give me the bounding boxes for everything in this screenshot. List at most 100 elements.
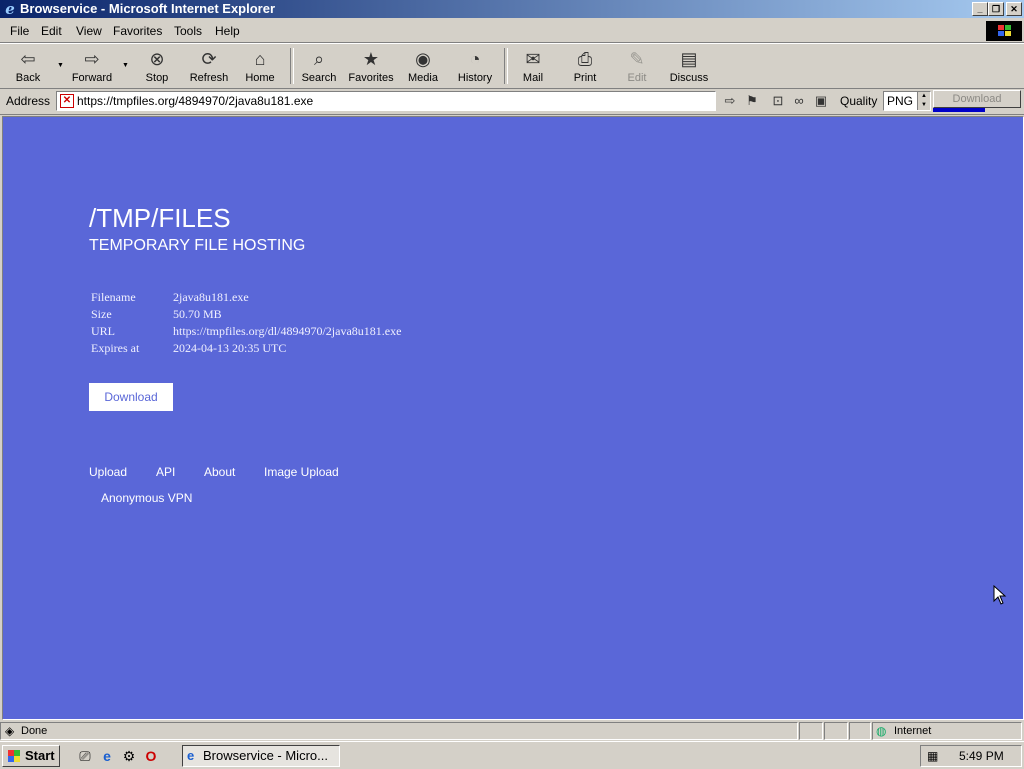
stop-icon: ⊗: [149, 49, 165, 69]
zone-text: Internet: [894, 725, 932, 737]
toolbar-download-button[interactable]: Download: [933, 90, 1021, 108]
bookmark-icon[interactable]: ⚑: [743, 92, 761, 110]
ie-logo-icon: e: [5, 0, 15, 18]
title-bar: e Browservice - Microsoft Internet Explo…: [0, 0, 1024, 18]
quality-select[interactable]: PNG ▲ ▼: [883, 91, 931, 111]
media-globe-icon: ◉: [415, 49, 431, 69]
download-progress-bar: [933, 108, 985, 112]
windows-flag-icon: [7, 749, 21, 763]
api-link[interactable]: API: [156, 465, 175, 479]
page-content: /TMP/FILES TEMPORARY FILE HOSTING Filena…: [2, 116, 1024, 720]
quality-label: Quality: [840, 94, 878, 108]
status-text-panel: ◈ Done: [0, 722, 798, 740]
expires-label: Expires at: [91, 341, 140, 355]
forward-button[interactable]: ⇨ Forward: [66, 46, 118, 86]
toolbar: ⇦ Back ▼ ⇨ Forward ▼ ⊗ Stop ⟳ Refresh ⌂ …: [0, 43, 1024, 89]
address-label: Address: [6, 94, 51, 108]
start-button[interactable]: Start: [2, 745, 60, 767]
ie-task-icon: e: [187, 748, 195, 763]
home-button[interactable]: ⌂ Home: [234, 46, 286, 86]
back-dropdown-icon[interactable]: ▼: [57, 62, 64, 69]
minimize-button[interactable]: _: [972, 2, 988, 16]
refresh-button[interactable]: ⟳ Refresh: [183, 46, 235, 86]
restore-button[interactable]: ❐: [988, 2, 1004, 16]
table-row: Expires at 2024-04-13 20:35 UTC: [89, 341, 403, 358]
ie-quicklaunch-icon[interactable]: e: [98, 747, 116, 765]
menu-file[interactable]: File: [10, 24, 29, 38]
favorites-folder-icon: ★: [362, 49, 380, 69]
close-button[interactable]: ✕: [1006, 2, 1022, 16]
history-icon: ◔: [469, 49, 481, 69]
refresh-icon: ⟳: [201, 49, 217, 69]
table-row: URL https://tmpfiles.org/dl/4894970/2jav…: [89, 324, 403, 341]
zone-panel: ◍ Internet: [872, 722, 1022, 740]
table-row: Size 50.70 MB: [89, 307, 403, 324]
edit-icon: ✎: [629, 49, 645, 69]
tray-scheduler-icon[interactable]: ▦: [927, 746, 938, 766]
opera-quicklaunch-icon[interactable]: O: [142, 747, 160, 765]
printer-icon: ⎙: [577, 49, 593, 69]
forward-arrow-icon: ⇨: [84, 49, 100, 69]
size-label: Size: [91, 307, 112, 321]
system-tray: ▦ 5:49 PM: [920, 745, 1022, 767]
clipboard-icon[interactable]: ▣: [812, 92, 830, 110]
anonymous-vpn-link[interactable]: Anonymous VPN: [101, 491, 192, 505]
taskbar: Start ⎚ e ⚙ O e Browservice - Micro... ▦…: [0, 741, 1024, 769]
address-url[interactable]: https://tmpfiles.org/4894970/2java8u181.…: [77, 94, 313, 108]
forward-dropdown-icon[interactable]: ▼: [122, 62, 129, 69]
status-panel: [824, 722, 848, 740]
quality-spinner-icon[interactable]: ▲ ▼: [917, 92, 930, 110]
edit-button[interactable]: ✎ Edit: [611, 46, 663, 86]
filename-label: Filename: [91, 290, 136, 304]
address-input[interactable]: ✕ https://tmpfiles.org/4894970/2java8u18…: [56, 91, 716, 111]
favorites-button[interactable]: ★ Favorites: [345, 46, 397, 86]
go-arrow-icon[interactable]: ⇨: [721, 92, 739, 110]
mouse-cursor-icon: [993, 585, 1007, 605]
search-button[interactable]: ⌕ Search: [293, 46, 345, 86]
stop-button[interactable]: ⊗ Stop: [131, 46, 183, 86]
find-page-icon[interactable]: ⊡: [769, 92, 787, 110]
status-panel: [849, 722, 871, 740]
clock: 5:49 PM: [959, 749, 1004, 763]
mail-icon: ✉: [525, 49, 541, 69]
about-link[interactable]: About: [204, 465, 235, 479]
upload-link[interactable]: Upload: [89, 465, 127, 479]
address-bar: Address ✕ https://tmpfiles.org/4894970/2…: [0, 88, 1024, 115]
quality-value: PNG: [887, 94, 914, 108]
mail-button[interactable]: ✉ Mail: [507, 46, 559, 86]
filename-value: 2java8u181.exe: [173, 290, 249, 304]
size-value: 50.70 MB: [173, 307, 222, 321]
media-button[interactable]: ◉ Media: [397, 46, 449, 86]
taskbar-browser-item[interactable]: e Browservice - Micro...: [182, 745, 340, 767]
url-label: URL: [91, 324, 115, 338]
file-info-table: Filename 2java8u181.exe Size 50.70 MB UR…: [89, 290, 403, 358]
menu-tools[interactable]: Tools: [174, 24, 202, 38]
taskbar-item-label: Browservice - Micro...: [203, 748, 328, 763]
table-row: Filename 2java8u181.exe: [89, 290, 403, 307]
find-binoculars-icon[interactable]: ∞: [790, 92, 808, 110]
menu-edit[interactable]: Edit: [41, 24, 62, 38]
menu-favorites[interactable]: Favorites: [113, 24, 162, 38]
page-status-icon: ◈: [5, 724, 15, 738]
menu-bar: File Edit View Favorites Tools Help: [0, 20, 1024, 43]
url-value: https://tmpfiles.org/dl/4894970/2java8u1…: [173, 324, 402, 338]
search-icon: ⌕: [313, 49, 325, 69]
window-title: Browservice - Microsoft Internet Explore…: [20, 1, 276, 16]
network-quicklaunch-icon[interactable]: ⚙: [120, 747, 138, 765]
page-title: /TMP/FILES: [89, 203, 231, 233]
menu-help[interactable]: Help: [215, 24, 240, 38]
status-panel: [799, 722, 823, 740]
discuss-icon: ▤: [680, 49, 698, 69]
menu-view[interactable]: View: [76, 24, 102, 38]
status-text: Done: [21, 725, 48, 737]
show-desktop-icon[interactable]: ⎚: [76, 747, 94, 765]
status-bar: ◈ Done ◍ Internet: [0, 720, 1024, 740]
discuss-button[interactable]: ▤ Discuss: [663, 46, 715, 86]
history-button[interactable]: ◔ History: [449, 46, 501, 86]
image-upload-link[interactable]: Image Upload: [264, 465, 339, 479]
print-button[interactable]: ⎙ Print: [559, 46, 611, 86]
expires-value: 2024-04-13 20:35 UTC: [173, 341, 287, 355]
home-icon: ⌂: [254, 49, 266, 69]
download-button[interactable]: Download: [89, 383, 173, 411]
back-button[interactable]: ⇦ Back: [2, 46, 54, 86]
